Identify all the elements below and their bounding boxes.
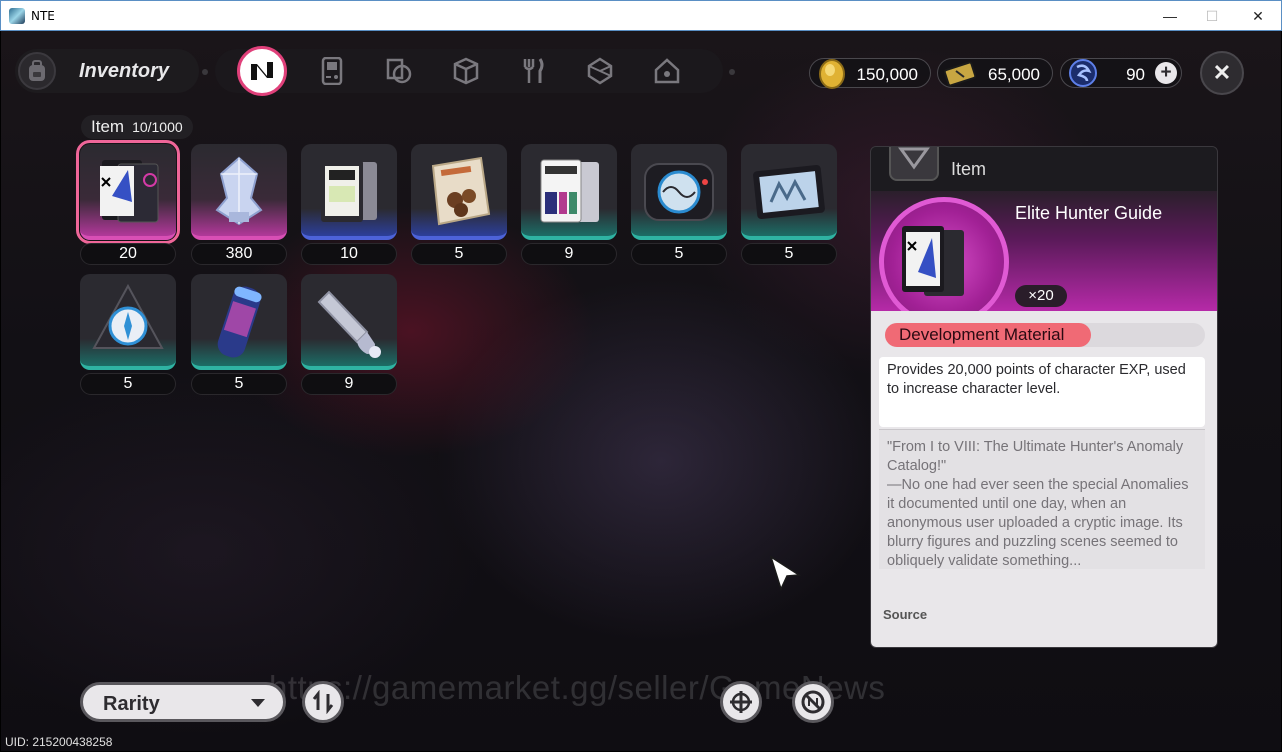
guide-book-icon [100, 160, 159, 223]
tab-all[interactable] [237, 46, 287, 96]
item-quantity: ×20 [1015, 285, 1067, 307]
compass-icon [92, 283, 164, 349]
pill-dot [729, 69, 735, 75]
item-count: 5 [631, 243, 727, 265]
item-slot-cookie-bag[interactable] [411, 144, 507, 240]
detail-header: Item [871, 147, 1217, 191]
item-description: Provides 20,000 points of character EXP,… [879, 357, 1205, 427]
currency-gold[interactable]: 150,000 [809, 58, 931, 89]
close-inventory-button[interactable]: ✕ [1200, 51, 1244, 95]
minimize-button[interactable]: — [1147, 1, 1193, 31]
item-portrait [879, 197, 1009, 327]
gold-coin-icon [819, 59, 845, 89]
magazine-icon [540, 159, 599, 223]
prohibit-icon [801, 690, 825, 714]
add-crystal-button[interactable]: + [1155, 62, 1177, 84]
app-icon [9, 8, 25, 24]
handheld-icon [321, 57, 343, 85]
window-title: NTE [31, 9, 55, 23]
item-count: 20 [80, 243, 176, 265]
item-type-tag: Development Material [885, 323, 1091, 347]
sort-order-button[interactable] [302, 681, 344, 723]
tablet-icon [753, 164, 825, 220]
item-count: 380 [191, 243, 287, 265]
detail-info: Development Material Provides 20,000 poi… [871, 311, 1217, 647]
item-count: 5 [411, 243, 507, 265]
item-slot-scanner-device[interactable] [631, 144, 727, 240]
tab-food[interactable] [511, 49, 555, 93]
sort-dropdown[interactable]: Rarity [80, 682, 286, 722]
documents-icon [386, 58, 412, 84]
window-close-button[interactable]: ✕ [1235, 1, 1281, 31]
tab-documents[interactable] [377, 49, 421, 93]
item-count: 5 [741, 243, 837, 265]
home-icon [654, 58, 680, 84]
move-button[interactable] [720, 681, 762, 723]
disable-button[interactable] [792, 681, 834, 723]
item-count: 5 [191, 373, 287, 395]
currency-gold-value: 150,000 [856, 65, 918, 84]
item-count: 9 [301, 373, 397, 395]
item-name: Elite Hunter Guide [1015, 203, 1163, 223]
guide-book-large-icon [902, 226, 964, 296]
ticket-icon [944, 61, 976, 87]
sort-label: Rarity [103, 693, 160, 715]
crosshair-move-icon [730, 691, 752, 713]
crystal-trophy-icon [215, 156, 263, 226]
currency-ticket-value: 65,000 [988, 65, 1040, 84]
item-slot-tablet[interactable] [741, 144, 837, 240]
game-stage: Inventory 150,000 65,000 90 + ✕ Item 10/… [1, 31, 1281, 751]
item-slot-elite-hunter-guide[interactable] [76, 140, 180, 244]
item-detail-panel: Item Elite Hunter Guide ×20 Development … [870, 146, 1218, 648]
user-id: UID: 215200438258 [5, 735, 113, 749]
paint-tube-icon [317, 290, 381, 358]
crystal-cube-icon [587, 57, 613, 85]
inventory-header: Inventory [15, 49, 199, 93]
item-capacity-count: 10/1000 [132, 119, 183, 135]
item-category-label: Item [91, 117, 125, 136]
maximize-button[interactable]: ☐ [1189, 1, 1235, 31]
n-logo-icon [251, 62, 273, 80]
mouse-cursor-icon [769, 555, 802, 592]
currency-ticket[interactable]: 65,000 [937, 58, 1053, 88]
currency-crystal[interactable]: 90 + [1060, 58, 1182, 88]
item-lore: "From I to VIII: The Ultimate Hunter's A… [879, 429, 1205, 569]
category-badge-icon [889, 147, 939, 181]
item-slot-canister[interactable] [191, 274, 287, 370]
fork-knife-icon [523, 58, 544, 83]
page-title: Inventory [79, 60, 170, 82]
item-slot-report-book[interactable] [301, 144, 397, 240]
detail-hero: Elite Hunter Guide ×20 [871, 191, 1217, 327]
sort-arrows-icon [312, 690, 334, 714]
tab-home[interactable] [645, 49, 689, 93]
detail-category: Item [951, 159, 987, 179]
category-tabs [215, 46, 723, 96]
item-slot-crystal-trophy[interactable] [191, 144, 287, 240]
source-label: Source [883, 607, 928, 622]
pill-dot [202, 69, 208, 75]
item-count: 10 [301, 243, 397, 265]
tab-material[interactable] [578, 49, 622, 93]
crystal-orb-icon [1069, 59, 1097, 87]
box-icon [453, 57, 479, 85]
item-slot-magazine[interactable] [521, 144, 617, 240]
tab-box[interactable] [444, 49, 488, 93]
tab-device[interactable] [310, 49, 354, 93]
item-count: 9 [521, 243, 617, 265]
window-titlebar: NTE — ☐ ✕ [0, 0, 1282, 31]
backpack-icon [18, 52, 56, 90]
item-count: 5 [80, 373, 176, 395]
item-slot-paint-tube[interactable] [301, 274, 397, 370]
scanner-device-icon [644, 163, 714, 221]
canister-icon [217, 286, 262, 358]
report-book-icon [321, 160, 377, 222]
item-slot-compass[interactable] [80, 274, 176, 370]
cookie-bag-icon [431, 156, 491, 226]
currency-crystal-value: 90 [1126, 65, 1145, 84]
dropdown-caret-icon [251, 699, 265, 707]
item-capacity-label: Item 10/1000 [81, 115, 193, 139]
